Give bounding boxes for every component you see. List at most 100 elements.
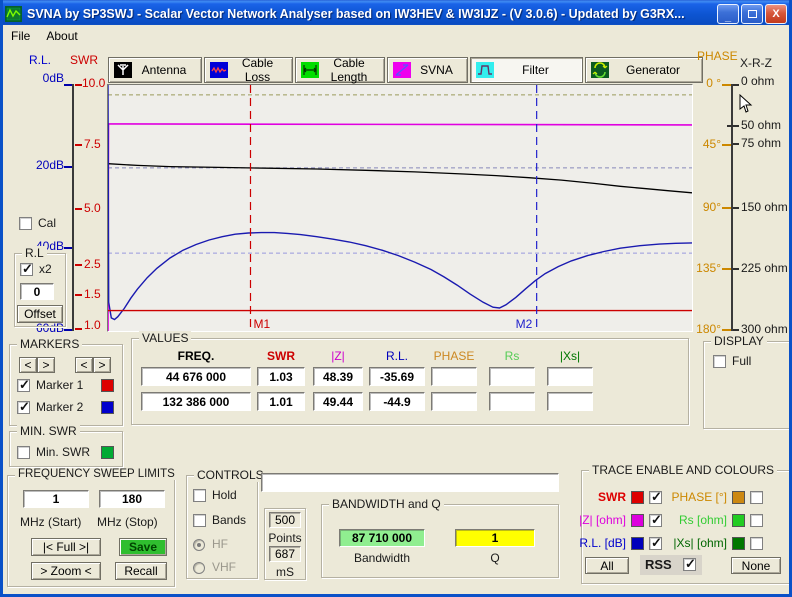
close-button[interactable]: X xyxy=(765,4,787,24)
rl-offset-group-title: R.L xyxy=(22,246,47,260)
trace-xs-checkbox[interactable] xyxy=(750,537,763,550)
vhf-radio[interactable] xyxy=(193,562,205,574)
svg-text:M1: M1 xyxy=(253,317,270,331)
trace-swr-swatch[interactable] xyxy=(631,491,644,504)
sweep-stop-input[interactable]: 180 xyxy=(99,490,165,508)
mouse-cursor xyxy=(739,94,753,114)
values-header-swr: SWR xyxy=(257,349,305,363)
marker2-checkbox[interactable] xyxy=(17,401,30,414)
hf-label: HF xyxy=(212,537,228,551)
swr-tick-label: 2.5 xyxy=(84,257,101,271)
bands-label: Bands xyxy=(212,513,246,527)
min-swr-color-swatch[interactable] xyxy=(101,446,114,459)
value-m2-rs xyxy=(489,392,535,411)
values-header-freq: FREQ. xyxy=(141,349,251,363)
cable-length-icon xyxy=(301,62,319,78)
min-swr-checkbox[interactable] xyxy=(17,446,30,459)
marker1-color-swatch[interactable] xyxy=(101,379,114,392)
display-full-checkbox[interactable] xyxy=(713,355,726,368)
sweep-full-button[interactable]: |< Full >| xyxy=(31,538,101,556)
menu-file[interactable]: File xyxy=(3,27,38,45)
command-input[interactable] xyxy=(261,473,559,492)
trace-z-checkbox[interactable] xyxy=(649,514,662,527)
trace-xs-swatch[interactable] xyxy=(732,537,745,550)
sweep-start-input[interactable]: 1 xyxy=(23,490,89,508)
phase-tick xyxy=(722,84,731,86)
antenna-icon xyxy=(114,62,132,78)
trace-z-swatch[interactable] xyxy=(631,514,644,527)
toolbar-generator-button[interactable]: Generator xyxy=(585,57,703,83)
rl-tick-label: 0dB xyxy=(24,71,64,85)
vhf-label: VHF xyxy=(212,560,236,574)
trace-none-button[interactable]: None xyxy=(731,557,781,574)
value-m1-xs xyxy=(547,367,593,386)
trace-rs-swatch[interactable] xyxy=(732,514,745,527)
value-m1-rs xyxy=(489,367,535,386)
toolbar-antenna-button[interactable]: Antenna xyxy=(108,57,202,83)
menu-about[interactable]: About xyxy=(38,27,85,45)
minimize-button[interactable]: _ xyxy=(717,4,739,24)
toolbar-antenna-label: Antenna xyxy=(132,63,196,77)
toolbar-svna-button[interactable]: SVNA xyxy=(387,57,468,83)
phase-tick-label: 90° xyxy=(691,200,721,214)
rl-offset-input[interactable]: 0 xyxy=(20,283,54,300)
trace-all-button[interactable]: All xyxy=(585,557,629,574)
marker2-right-button[interactable]: > xyxy=(93,357,111,373)
toolbar-cable-length-button[interactable]: Cable Length xyxy=(295,57,385,83)
ohm-tick-label: 0 ohm xyxy=(741,74,774,88)
value-m2-z: 49.44 xyxy=(313,392,363,411)
trace-rl-checkbox[interactable] xyxy=(649,537,662,550)
rl-x2-checkbox[interactable] xyxy=(20,263,33,276)
values-group-title: VALUES xyxy=(139,331,191,345)
generator-icon xyxy=(591,62,609,78)
values-header-rl: R.L. xyxy=(369,349,425,363)
rl-offset-button[interactable]: Offset xyxy=(17,305,63,323)
marker2-color-swatch[interactable] xyxy=(101,401,114,414)
toolbar-filter-label: Filter xyxy=(494,63,577,77)
value-m2-xs xyxy=(547,392,593,411)
display-group-title: DISPLAY xyxy=(711,334,767,348)
svna-icon xyxy=(393,62,411,78)
left-axis-line xyxy=(72,84,74,331)
values-header-rs: Rs xyxy=(489,349,535,363)
ohm-tick-label: 75 ohm xyxy=(741,136,781,150)
hold-checkbox[interactable] xyxy=(193,489,206,502)
toolbar-cable-loss-button[interactable]: Cable Loss xyxy=(204,57,293,83)
trace-rl-swatch[interactable] xyxy=(631,537,644,550)
toolbar-filter-button[interactable]: Filter xyxy=(470,57,583,83)
trace-enable-group-title: TRACE ENABLE AND COLOURS xyxy=(589,463,777,477)
toolbar-cable-length-label: Cable Length xyxy=(319,56,379,84)
swr-tick xyxy=(75,208,82,210)
min-swr-group-title: MIN. SWR xyxy=(17,424,80,438)
marker1-checkbox[interactable] xyxy=(17,379,30,392)
bandwidth-value: 87 710 000 xyxy=(339,529,425,547)
ohm-tick-label: 225 ohm xyxy=(741,261,788,275)
marker1-left-button[interactable]: < xyxy=(19,357,37,373)
marker2-left-button[interactable]: < xyxy=(75,357,93,373)
swr-tick xyxy=(75,264,82,266)
trace-phase-swatch[interactable] xyxy=(732,491,745,504)
value-m2-rl: -44.9 xyxy=(369,392,425,411)
sweep-recall-button[interactable]: Recall xyxy=(115,562,167,580)
bands-checkbox[interactable] xyxy=(193,514,206,527)
q-value: 1 xyxy=(455,529,535,547)
trace-swr-checkbox[interactable] xyxy=(649,491,662,504)
phase-tick-label: 135° xyxy=(691,261,721,275)
values-header-phase: PHASE xyxy=(431,349,477,363)
cal-checkbox[interactable] xyxy=(19,217,32,230)
sweep-zoom-button[interactable]: > Zoom < xyxy=(31,562,101,580)
hf-radio[interactable] xyxy=(193,539,205,551)
marker2-label: Marker 2 xyxy=(36,400,83,414)
ms-value: 687 xyxy=(269,546,301,562)
trace-phase-checkbox[interactable] xyxy=(750,491,763,504)
value-m2-phase xyxy=(431,392,477,411)
sweep-save-button[interactable]: Save xyxy=(119,538,167,556)
maximize-button[interactable] xyxy=(741,4,763,24)
marker1-right-button[interactable]: > xyxy=(37,357,55,373)
window-title: SVNA by SP3SWJ - Scalar Vector Network A… xyxy=(27,7,715,21)
rss-checkbox[interactable] xyxy=(683,558,696,571)
swr-tick-label: 1.5 xyxy=(84,287,101,301)
swr-tick xyxy=(75,144,82,146)
trace-rs-checkbox[interactable] xyxy=(750,514,763,527)
chart-area[interactable]: M1M2 xyxy=(107,84,693,332)
